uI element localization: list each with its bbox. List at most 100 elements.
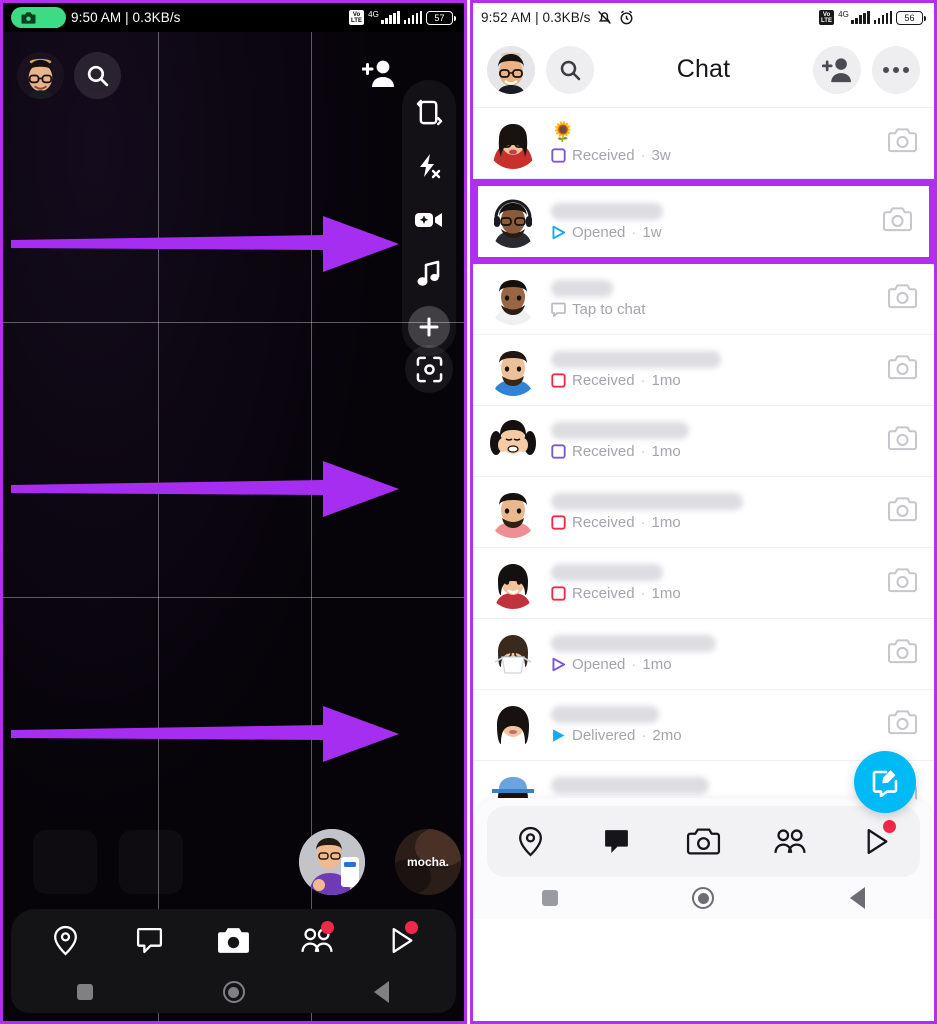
row-camera-button[interactable] — [887, 425, 918, 457]
battery-percent: 57 — [434, 12, 445, 23]
friends-icon — [773, 829, 806, 854]
chat-row[interactable]: Received · 1mo — [473, 477, 934, 548]
row-camera-button[interactable] — [882, 206, 913, 238]
square-outline-icon — [551, 586, 566, 601]
profile-avatar[interactable] — [17, 51, 64, 99]
chat-status-text: Received — [572, 514, 635, 531]
chat-row[interactable]: Tap to chat — [473, 264, 934, 335]
flash-off-button[interactable] — [407, 144, 451, 188]
chat-avatar[interactable] — [487, 628, 539, 680]
nav-map-button[interactable] — [23, 909, 107, 971]
chat-avatar[interactable] — [487, 486, 539, 538]
row-camera-button[interactable] — [887, 283, 918, 315]
swipe-right-arrow-1 — [11, 216, 399, 272]
story-item-2[interactable]: mocha. — [395, 829, 461, 895]
nav-map-button[interactable] — [487, 806, 574, 877]
chat-status-line: Received · 1mo — [551, 443, 875, 460]
nav-chat-button[interactable] — [574, 806, 661, 877]
camera-viewfinder[interactable]: mocha. — [3, 32, 464, 1021]
system-back-button[interactable] — [780, 887, 934, 910]
chat-row[interactable]: Received · 1mo — [473, 335, 934, 406]
story-carousel[interactable]: mocha. — [21, 823, 464, 901]
more-tools-button[interactable] — [408, 306, 450, 348]
grid-line-horizontal-2 — [3, 597, 464, 598]
chat-row-body: Received · 1mo — [551, 493, 875, 531]
row-camera-button[interactable] — [887, 354, 918, 386]
nav-spotlight-button[interactable] — [833, 806, 920, 877]
chat-avatar[interactable] — [487, 117, 539, 169]
chat-row-body: Opened · 1w — [551, 202, 870, 241]
nav-spotlight-button[interactable] — [360, 909, 444, 971]
chat-name-redacted — [551, 564, 663, 581]
camera-tool-rail — [402, 80, 456, 356]
camera-icon — [21, 11, 36, 24]
page-title: Chat — [676, 55, 731, 83]
profile-avatar-button[interactable] — [487, 45, 535, 94]
system-back-button[interactable] — [308, 981, 456, 1003]
arrow-outline-icon — [552, 225, 566, 239]
chat-status-icon — [551, 444, 566, 459]
more-options-button[interactable] — [872, 45, 920, 94]
chat-avatar[interactable] — [487, 557, 539, 609]
new-chat-fab[interactable] — [854, 751, 916, 813]
row-camera-button[interactable] — [887, 709, 918, 741]
flip-camera-button[interactable] — [407, 90, 451, 134]
video-effects-button[interactable] — [407, 198, 451, 242]
chat-list[interactable]: 🌻 Received · 3w Opened · 1w Tap to chat … — [473, 108, 934, 919]
system-recents-button[interactable] — [11, 984, 159, 1000]
scan-icon — [416, 356, 442, 382]
story-placeholder-1 — [33, 830, 97, 894]
row-camera-button[interactable] — [887, 638, 918, 670]
search-icon — [560, 60, 581, 80]
camera-top-bar — [3, 48, 464, 102]
chat-row-body: 🌻 Received · 3w — [551, 122, 875, 164]
camera-outline-icon — [887, 355, 918, 380]
nav-camera-button[interactable] — [660, 806, 747, 877]
chat-row[interactable]: Received · 1mo — [473, 548, 934, 619]
chat-row[interactable]: Delivered · 2mo — [473, 690, 934, 761]
search-icon — [87, 65, 109, 86]
chat-icon — [605, 830, 629, 854]
story-item-1[interactable] — [299, 829, 365, 895]
music-button[interactable] — [407, 252, 451, 296]
chat-row-body: Opened · 1mo — [551, 635, 875, 673]
left-phone-panel: 9:50 AM | 0.3KB/s Vo LTE 4G 57 mocha. — [0, 0, 467, 1024]
system-home-button[interactable] — [159, 981, 307, 1003]
add-friend-button[interactable] — [813, 45, 861, 94]
chat-row[interactable]: 🌻 Received · 3w — [473, 108, 934, 179]
bitmoji-woman-face-mask — [487, 628, 539, 680]
bitmoji-man-headphones-beard — [487, 195, 539, 248]
chat-row[interactable]: Opened · 1mo — [473, 619, 934, 690]
nav-chat-button[interactable] — [107, 909, 191, 971]
bitmoji-woman-long-hair — [487, 699, 539, 751]
signal-bars-sim1-icon — [851, 11, 870, 24]
chat-avatar[interactable] — [487, 415, 539, 467]
chat-row-selected[interactable]: Opened · 1w — [473, 179, 934, 264]
back-triangle-icon — [849, 887, 865, 910]
search-button[interactable] — [74, 51, 121, 99]
chat-icon — [136, 927, 162, 953]
chat-avatar[interactable] — [487, 273, 539, 325]
nav-friends-button[interactable] — [276, 909, 360, 971]
chat-row[interactable]: Received · 1mo — [473, 406, 934, 477]
recents-square-icon — [77, 984, 94, 1000]
nav-camera-button[interactable] — [191, 909, 275, 971]
chat-status-line: Tap to chat — [551, 301, 875, 319]
back-triangle-icon — [374, 981, 390, 1003]
add-friend-button[interactable] — [361, 58, 396, 93]
scan-button[interactable] — [405, 345, 453, 393]
chat-avatar[interactable] — [487, 195, 539, 248]
row-camera-button[interactable] — [887, 496, 918, 528]
nav-friends-button[interactable] — [747, 806, 834, 877]
chat-avatar[interactable] — [487, 699, 539, 751]
row-camera-button[interactable] — [887, 567, 918, 599]
row-camera-button[interactable] — [887, 127, 918, 159]
system-home-button[interactable] — [627, 887, 781, 910]
chat-avatar[interactable] — [487, 344, 539, 396]
left-bottom-nav — [11, 909, 456, 971]
system-recents-button[interactable] — [473, 890, 627, 907]
battery-indicator: 57 — [426, 10, 456, 25]
camera-icon — [686, 828, 721, 855]
search-button[interactable] — [546, 45, 594, 94]
camera-outline-icon — [887, 426, 918, 451]
